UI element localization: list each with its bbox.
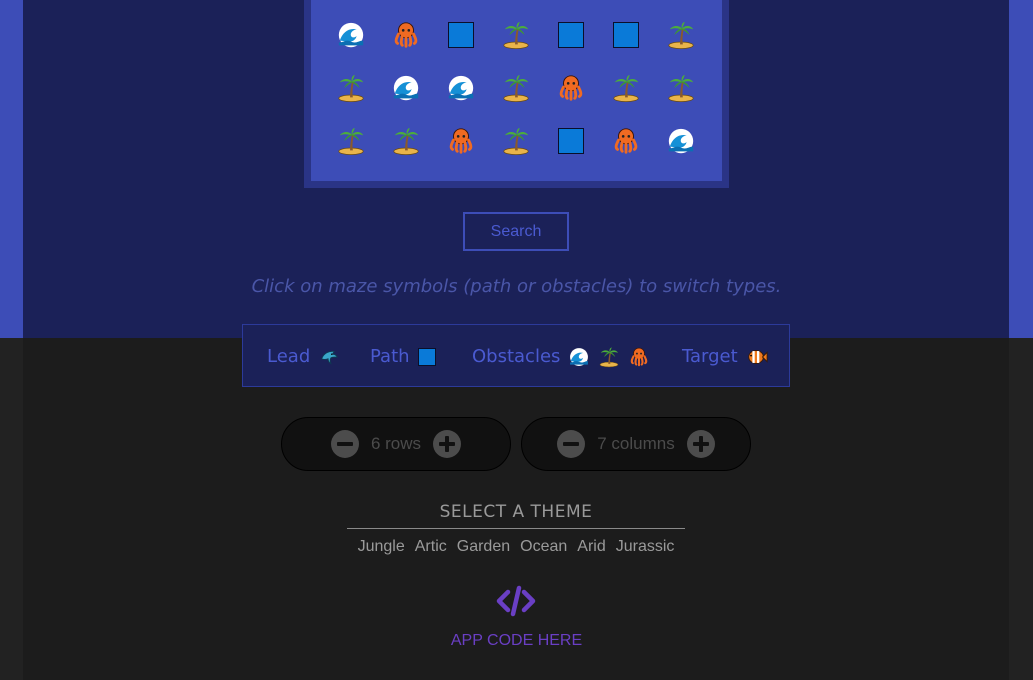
octopus-icon bbox=[449, 128, 473, 154]
maze-cell-palm[interactable] bbox=[496, 121, 536, 161]
palm-island-icon bbox=[613, 74, 639, 102]
path-square-icon bbox=[613, 22, 639, 48]
instruction-text: Click on maze symbols (path or obstacles… bbox=[251, 276, 782, 297]
maze-cell-path[interactable] bbox=[441, 15, 481, 55]
maze-cell-palm[interactable] bbox=[331, 121, 371, 161]
maze-cell-palm[interactable] bbox=[496, 68, 536, 108]
legend-target-label: Target bbox=[682, 346, 738, 367]
palm-island-icon bbox=[338, 127, 364, 155]
maze-cell-wave[interactable] bbox=[386, 68, 426, 108]
theme-jungle[interactable]: Jungle bbox=[358, 538, 405, 556]
maze-cell-palm[interactable] bbox=[606, 68, 646, 108]
legend-bar: Lead Path Obstacles Target bbox=[242, 324, 790, 387]
maze-cell-octopus[interactable] bbox=[441, 121, 481, 161]
palm-island-icon bbox=[393, 127, 419, 155]
palm-island-icon bbox=[503, 74, 529, 102]
palm-island-icon bbox=[503, 127, 529, 155]
theme-options: Jungle Artic Garden Ocean Arid Jurassic bbox=[347, 538, 685, 556]
palm-island-icon bbox=[598, 346, 620, 368]
wave-icon bbox=[338, 22, 364, 48]
theme-heading: SELECT A THEME bbox=[347, 502, 685, 529]
maze-cell-path[interactable] bbox=[551, 15, 591, 55]
legend-obstacles: Obstacles bbox=[472, 325, 650, 388]
legend-path: Path bbox=[370, 325, 436, 388]
rows-stepper: 6 rows bbox=[281, 417, 511, 471]
path-square-icon bbox=[558, 22, 584, 48]
palm-island-icon bbox=[338, 74, 364, 102]
wave-icon bbox=[568, 346, 590, 368]
legend-target: Target bbox=[682, 325, 768, 388]
code-icon[interactable] bbox=[496, 585, 536, 617]
wave-icon bbox=[393, 75, 419, 101]
wave-icon bbox=[448, 75, 474, 101]
rows-count: 6 rows bbox=[370, 434, 422, 453]
columns-increment-button[interactable] bbox=[686, 430, 715, 458]
maze-cell-palm[interactable] bbox=[386, 121, 426, 161]
wave-icon bbox=[668, 128, 694, 154]
legend-path-label: Path bbox=[370, 346, 410, 367]
search-button[interactable]: Search bbox=[463, 212, 569, 251]
theme-garden[interactable]: Garden bbox=[457, 538, 510, 556]
path-square-icon bbox=[558, 128, 584, 154]
octopus-icon bbox=[394, 22, 418, 48]
maze-cell-palm[interactable] bbox=[496, 15, 536, 55]
rows-decrement-button[interactable] bbox=[330, 430, 359, 458]
octopus-icon bbox=[614, 128, 638, 154]
maze-cell-path[interactable] bbox=[606, 15, 646, 55]
maze-cell-wave[interactable] bbox=[331, 15, 371, 55]
maze-grid bbox=[311, 0, 722, 181]
maze-cell-octopus[interactable] bbox=[551, 68, 591, 108]
theme-ocean[interactable]: Ocean bbox=[520, 538, 567, 556]
theme-arid[interactable]: Arid bbox=[577, 538, 605, 556]
columns-stepper: 7 columns bbox=[521, 417, 751, 471]
palm-island-icon bbox=[668, 21, 694, 49]
legend-obstacles-label: Obstacles bbox=[472, 346, 561, 367]
legend-lead-label: Lead bbox=[267, 346, 311, 367]
maze-cell-palm[interactable] bbox=[331, 68, 371, 108]
maze-cell-octopus[interactable] bbox=[606, 121, 646, 161]
tropical-fish-icon bbox=[746, 346, 768, 368]
maze-cell-wave[interactable] bbox=[441, 68, 481, 108]
path-square-icon bbox=[417, 347, 436, 366]
rows-increment-button[interactable] bbox=[433, 430, 462, 458]
palm-island-icon bbox=[668, 74, 694, 102]
columns-count: 7 columns bbox=[597, 434, 675, 453]
app-code-link[interactable]: APP CODE HERE bbox=[0, 632, 1033, 650]
maze-cell-wave[interactable] bbox=[661, 121, 701, 161]
maze-cell-path[interactable] bbox=[551, 121, 591, 161]
palm-island-icon bbox=[503, 21, 529, 49]
theme-jurassic[interactable]: Jurassic bbox=[616, 538, 675, 556]
path-square-icon bbox=[448, 22, 474, 48]
maze-cell-palm[interactable] bbox=[661, 15, 701, 55]
legend-lead: Lead bbox=[267, 325, 340, 388]
octopus-icon bbox=[559, 75, 583, 101]
theme-artic[interactable]: Artic bbox=[415, 538, 447, 556]
maze-cell-octopus[interactable] bbox=[386, 15, 426, 55]
octopus-icon bbox=[628, 346, 650, 368]
maze-cell-palm[interactable] bbox=[661, 68, 701, 108]
columns-decrement-button[interactable] bbox=[557, 430, 586, 458]
dolphin-icon bbox=[318, 346, 340, 368]
